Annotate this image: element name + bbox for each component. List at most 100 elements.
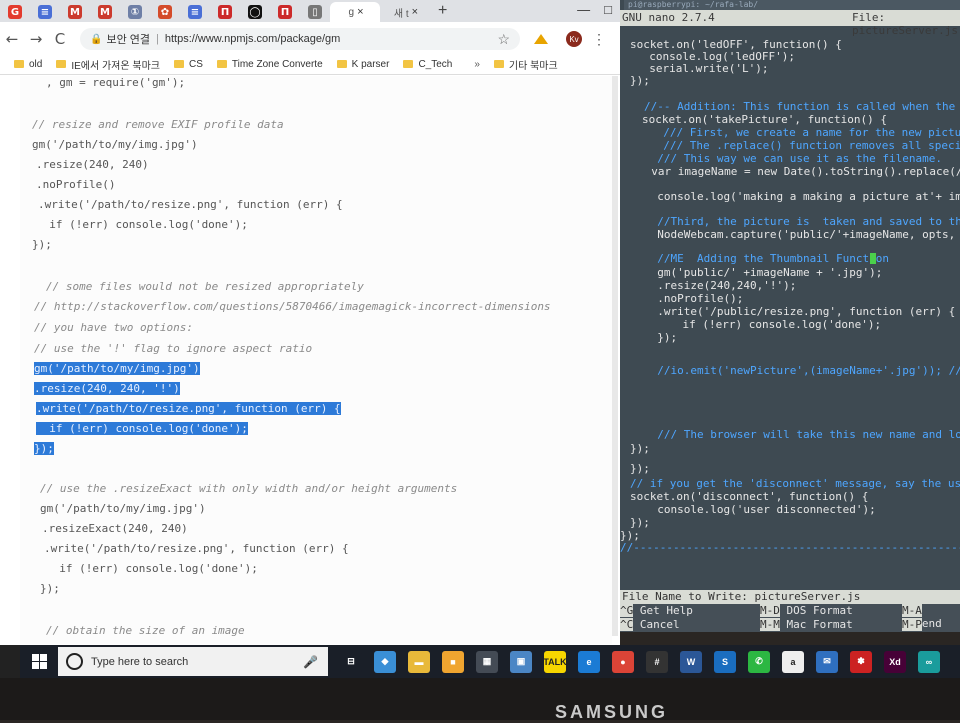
active-tab-label: g: [348, 6, 355, 18]
folder-icon: [56, 60, 67, 68]
nano-shortcut[interactable]: ^G Get Help: [620, 604, 693, 617]
forward-button[interactable]: →: [24, 30, 48, 48]
page-scrollbar[interactable]: [612, 76, 618, 636]
word-icon[interactable]: W: [680, 650, 702, 673]
code-comment: // use the .resizeExact with only width …: [40, 482, 458, 495]
terminal-code-line: gm('public/' +imageName + '.jpg');: [644, 266, 883, 279]
windows-icon: [31, 654, 47, 669]
arduino-icon[interactable]: ∞: [918, 650, 940, 673]
new-tab-button[interactable]: +: [438, 2, 447, 20]
chrome-icon[interactable]: ●: [612, 650, 634, 673]
maximize-button[interactable]: □: [604, 2, 612, 17]
terminal-comment: //-- Addition: This function is called w…: [644, 100, 956, 113]
browser-tab[interactable]: ◯: [240, 2, 270, 22]
bookmark-star-icon[interactable]: ☆: [497, 31, 510, 48]
start-button[interactable]: [20, 654, 58, 669]
extension-icon[interactable]: [534, 34, 548, 44]
secure-label: 보안 연결: [106, 34, 150, 46]
text-cursor: [870, 253, 876, 264]
terminal-code-line: });: [630, 462, 650, 475]
terminal-comment: //Third, the picture is taken and saved …: [644, 215, 960, 228]
reload-button[interactable]: C: [48, 30, 72, 48]
browser-tab[interactable]: П: [210, 2, 240, 22]
browser-tab[interactable]: ▯: [300, 2, 330, 22]
browser-tab[interactable]: G: [0, 2, 30, 22]
url-text[interactable]: https://www.npmjs.com/package/gm: [165, 33, 340, 45]
sticky-notes-icon[interactable]: ■: [442, 650, 464, 673]
active-tab[interactable]: g ×: [330, 2, 380, 22]
nano-shortcut[interactable]: ^C Cancel: [620, 618, 680, 631]
code-line: gm('/path/to/my/img.jpg'): [32, 138, 198, 151]
terminal-code-line: });: [630, 442, 650, 455]
browser-tab[interactable]: ≡: [30, 2, 60, 22]
bookmark-label: 기타 북마크: [508, 60, 558, 72]
kakaotalk-icon[interactable]: TALK: [543, 650, 567, 673]
close-tab-icon[interactable]: ×: [357, 6, 363, 18]
xd-icon[interactable]: Xd: [884, 650, 906, 673]
shortcut-label: Prepend: [902, 631, 948, 632]
bookmarks-bar: old IE에서 가져온 북마크 CS Time Zone Converte K par…: [0, 54, 620, 75]
address-bar[interactable]: 🔒 보안 연결 | https://www.npmjs.com/package/…: [80, 28, 520, 50]
folder-icon: [173, 60, 184, 68]
avatar[interactable]: Kv: [566, 31, 582, 47]
file-explorer-icon[interactable]: ▬: [408, 650, 430, 673]
other-bookmarks[interactable]: 기타 북마크: [493, 57, 558, 72]
code-line: .resize(240, 240): [36, 158, 149, 171]
calculator-icon[interactable]: ▦: [476, 650, 498, 673]
bookmark-item[interactable]: Time Zone Converte: [216, 58, 323, 70]
photos-icon[interactable]: ▣: [510, 650, 532, 673]
mail-icon[interactable]: ✉: [816, 650, 838, 673]
nano-shortcut[interactable]: M-P Prepend: [902, 618, 960, 632]
slack-icon[interactable]: #: [646, 650, 668, 673]
minimize-button[interactable]: —: [577, 2, 590, 17]
folder-icon: [14, 60, 24, 68]
browser-tab[interactable]: ✿: [150, 2, 180, 22]
terminal-code-line: var imageName = new Date().toString().re…: [638, 165, 960, 178]
nano-shortcut[interactable]: M-M Mac Format: [760, 618, 853, 631]
filename-prompt[interactable]: File Name to Write: pictureServer.js: [620, 590, 960, 604]
folder-icon: [403, 60, 414, 68]
code-line: .noProfile(): [36, 178, 116, 191]
close-tab-icon[interactable]: ×: [412, 6, 418, 18]
edge-icon[interactable]: e: [578, 650, 600, 673]
app-icon[interactable]: ✽: [850, 650, 872, 673]
taskbar-apps: ⊟ ◆ ▬ ■ ▦ ▣ TALK e ● # W S ✆ a ✉ ✽ Xd ∞: [328, 650, 940, 673]
browser-tab[interactable]: 새 t ×: [380, 2, 430, 22]
browser-tab[interactable]: M: [60, 2, 90, 22]
bookmark-item[interactable]: CS: [173, 58, 203, 70]
nano-footer: File Name to Write: pictureServer.js ^G …: [620, 590, 960, 632]
skype-icon[interactable]: S: [714, 650, 736, 673]
tab-favicon-icon: M: [68, 5, 82, 19]
bookmarks-more-button[interactable]: »: [474, 59, 480, 70]
browser-tab[interactable]: П: [270, 2, 300, 22]
bookmark-item[interactable]: IE에서 가져온 북마크: [56, 57, 160, 72]
taskbar: Type here to search 🎤 ⊟ ◆ ▬ ■ ▦ ▣ TALK e ● # W S ✆ a ✉…: [20, 645, 960, 678]
tab-favicon-icon: ▯: [308, 5, 322, 19]
amazon-icon[interactable]: a: [782, 650, 804, 673]
microphone-icon[interactable]: 🎤: [303, 655, 318, 669]
bookmark-label: Time Zone Converte: [231, 58, 323, 70]
terminal-comment: /// The .replace() function removes all …: [663, 139, 960, 152]
bookmark-item[interactable]: K parser: [336, 58, 390, 70]
task-view-icon[interactable]: ⊟: [340, 650, 362, 673]
selected-code-line: .write('/path/to/resize.png', function (…: [36, 402, 341, 415]
browser-tab[interactable]: ①: [120, 2, 150, 22]
bookmark-label: K parser: [351, 58, 390, 70]
taskbar-search[interactable]: Type here to search 🎤: [58, 647, 328, 676]
bookmark-item[interactable]: old: [14, 59, 42, 70]
code-comment: // some files would not be resized appro…: [46, 280, 364, 293]
tab-strip: G ≡ M M ① ✿ ≡ П ◯ П ▯ g × 새 t × + — □: [0, 0, 620, 22]
nano-shortcut[interactable]: M-D DOS Format: [760, 604, 853, 617]
menu-icon[interactable]: ⋮: [592, 31, 606, 48]
selected-code-line: if (!err) console.log('done');: [36, 422, 248, 435]
nano-version: GNU nano 2.7.4: [622, 11, 715, 24]
selected-code-line: });: [34, 442, 54, 455]
bookmark-item[interactable]: C_Tech: [403, 59, 452, 70]
back-button[interactable]: ←: [0, 30, 24, 48]
bookmark-label: CS: [188, 58, 203, 70]
browser-tab[interactable]: M: [90, 2, 120, 22]
store-icon[interactable]: ◆: [374, 650, 396, 673]
browser-tab[interactable]: ≡: [180, 2, 210, 22]
nano-header: GNU nano 2.7.4 File: pictureServer.js: [620, 10, 960, 37]
whatsapp-icon[interactable]: ✆: [748, 650, 770, 673]
